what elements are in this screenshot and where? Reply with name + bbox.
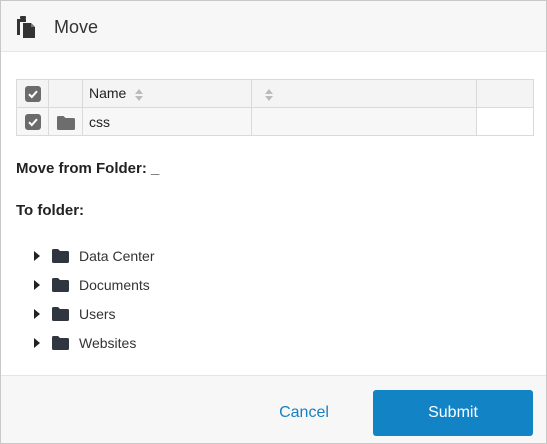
- row-checkbox[interactable]: [25, 114, 41, 131]
- to-folder-label: To folder:: [16, 202, 85, 219]
- row-checkbox-cell[interactable]: [16, 107, 49, 136]
- unnamed-column-header[interactable]: [251, 79, 477, 108]
- submit-button[interactable]: Submit: [373, 390, 533, 436]
- dialog-title: Move: [54, 17, 99, 37]
- tree-item-label[interactable]: Users: [79, 306, 116, 322]
- select-all-cell[interactable]: [16, 79, 49, 108]
- row-icon-cell: [48, 107, 83, 136]
- folder-icon: [52, 277, 69, 292]
- extra-column-header: [476, 79, 534, 108]
- cancel-button[interactable]: Cancel: [259, 391, 349, 435]
- folder-icon: [52, 335, 69, 350]
- copy-files-icon: [17, 16, 35, 38]
- caret-right-icon[interactable]: [33, 279, 41, 290]
- file-table: Name css: [16, 79, 534, 136]
- dialog-header: Move: [1, 1, 546, 52]
- dialog-footer: Cancel Submit: [1, 375, 546, 443]
- caret-right-icon[interactable]: [33, 337, 41, 348]
- row-name-cell[interactable]: css: [82, 107, 252, 136]
- icon-column-header: [48, 79, 83, 108]
- row-extra-cell: [476, 107, 534, 136]
- tree-item-websites[interactable]: Websites: [33, 328, 154, 357]
- tree-item-documents[interactable]: Documents: [33, 270, 154, 299]
- folder-icon: [56, 115, 75, 130]
- tree-item-label[interactable]: Websites: [79, 335, 136, 351]
- caret-right-icon[interactable]: [33, 308, 41, 319]
- row-empty-cell: [251, 107, 477, 136]
- tree-item-users[interactable]: Users: [33, 299, 154, 328]
- select-all-checkbox[interactable]: [25, 86, 41, 103]
- caret-right-icon[interactable]: [33, 250, 41, 261]
- folder-icon: [52, 248, 69, 263]
- table-row[interactable]: css: [16, 107, 534, 136]
- sort-icon[interactable]: [264, 88, 274, 102]
- move-dialog: Move Name css Move from Folder: _ To fol…: [0, 0, 547, 444]
- tree-item-label[interactable]: Data Center: [79, 248, 154, 264]
- name-column-header[interactable]: Name: [82, 79, 252, 108]
- table-header-row: Name: [16, 79, 534, 108]
- tree-item-data-center[interactable]: Data Center: [33, 241, 154, 270]
- move-from-label: Move from Folder: _: [16, 160, 160, 177]
- folder-tree: Data Center Documents Users Websites: [33, 241, 154, 357]
- folder-icon: [52, 306, 69, 321]
- name-column-label: Name: [89, 85, 127, 102]
- tree-item-label[interactable]: Documents: [79, 277, 150, 293]
- sort-icon[interactable]: [134, 88, 144, 102]
